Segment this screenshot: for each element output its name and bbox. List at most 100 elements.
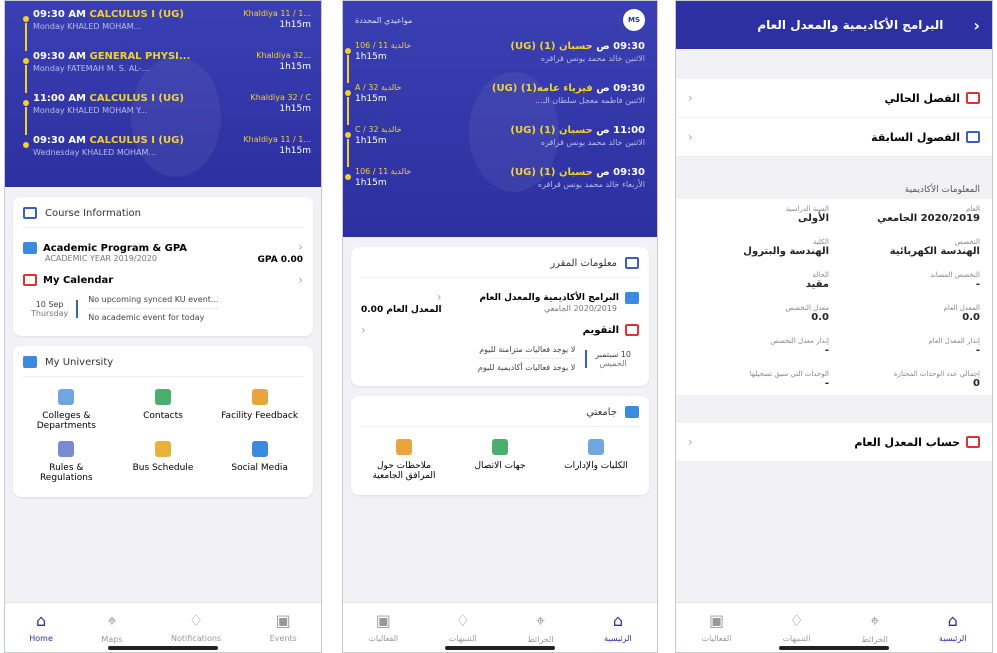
bell-icon: ♢ — [789, 611, 804, 630]
schedule-row[interactable]: 09:30 AM GENERAL PHYSI... Monday FATEMAH … — [23, 51, 311, 93]
page-title: البرامج الأكاديمية والمعدل العام — [757, 18, 944, 32]
calendar-icon — [23, 274, 37, 286]
calendar-link[interactable]: التقويم ‹ — [361, 319, 639, 341]
tab-home[interactable]: ⌂ الرئيسية — [939, 611, 967, 643]
current-semester[interactable]: الفصل الحالي ‹ — [676, 79, 992, 118]
cal-day: Thursday — [31, 308, 69, 318]
schedule-header: 09:30 AM CALCULUS I (UG) Monday KHALED MO… — [5, 1, 321, 187]
day-instructor: الاثنين خالد محمد يونس قراقره — [510, 54, 645, 63]
field-label: إجمالي عدد الوحدات المجتازة — [893, 370, 980, 378]
univ-item-icon — [492, 439, 508, 455]
tab-label: التنبيهات — [448, 634, 477, 643]
tab-events[interactable]: ▣ الفعاليات — [368, 611, 398, 643]
schedule-main: 09:30 ص حسبان (1) (UG) الاثنين خالد محمد … — [510, 41, 645, 83]
schedule-time-course: 09:30 AM GENERAL PHYSI... — [33, 51, 190, 62]
back-icon[interactable]: › — [973, 16, 980, 35]
chevron-left-icon: ‹ — [361, 323, 366, 337]
univ-item-icon — [58, 441, 75, 457]
academic-program-link[interactable]: Academic Program & GPA ACADEMIC YEAR 201… — [23, 236, 303, 269]
univ-item[interactable]: Contacts — [120, 389, 207, 431]
timeline — [25, 107, 27, 135]
univ-item-icon — [588, 439, 604, 455]
univ-item-label: الكليات والإدارات — [564, 461, 628, 471]
schedule-side: خالدية 32 / C 1h15m — [355, 125, 402, 167]
avatar[interactable]: MS — [623, 9, 645, 31]
univ-item[interactable]: Social Media — [216, 441, 303, 483]
tab-label: الفعاليات — [368, 634, 399, 643]
cal-date: 10 Sep — [35, 299, 64, 309]
univ-item[interactable]: Rules & Regulations — [23, 441, 110, 483]
tab-bell[interactable]: ♢ التنبيهات — [782, 611, 810, 643]
schedule-row[interactable]: 09:30 ص فيزياء عامه(1) (UG) الاثنين فاطمه… — [345, 83, 645, 125]
tab-bell[interactable]: ♢ التنبيهات — [449, 611, 477, 643]
academic-program-link[interactable]: البرامج الأكاديمية والمعدل العام 2020/20… — [361, 286, 639, 319]
room: Khaldiya 32 / C — [250, 93, 311, 102]
field-value: الهندسة الكهربائية — [889, 246, 980, 257]
day-instructor: الاثنين خالد محمد يونس قراقره — [510, 138, 645, 147]
tab-bell[interactable]: ♢ Notifications — [171, 611, 221, 643]
card-title: My University — [45, 356, 114, 368]
schedule-main: 09:30 ص فيزياء عامه(1) (UG) الاثنين فاطمه… — [492, 83, 645, 125]
book-icon — [966, 92, 980, 104]
tab-home[interactable]: ⌂ الرئيسية — [604, 611, 632, 643]
schedule-row[interactable]: 11:00 ص حسبان (1) (UG) الاثنين خالد محمد … — [345, 125, 645, 167]
schedule-row[interactable]: 09:30 ص حسبان (1) (UG) الأربعاء خالد محمد… — [345, 167, 645, 209]
events-icon: ▣ — [708, 611, 725, 630]
field-label: إنذار المعدل العام — [928, 337, 980, 345]
univ-item[interactable]: الكليات والإدارات — [553, 439, 639, 481]
schedule-row[interactable]: 11:00 AM CALCULUS I (UG) Monday KHALED MO… — [23, 93, 311, 135]
schedule-row[interactable]: 09:30 ص حسبان (1) (UG) الاثنين خالد محمد … — [345, 41, 645, 83]
duration: 1h15m — [355, 136, 387, 146]
tab-home[interactable]: ⌂ Home — [29, 611, 53, 643]
day: الاثنين — [625, 96, 645, 105]
info-field: إنذار معدل التخصص - — [688, 337, 829, 356]
time: 09:30 ص — [596, 83, 645, 94]
univ-item[interactable]: جهات الاتصال — [457, 439, 543, 481]
time-dot — [345, 90, 351, 96]
previous-semesters[interactable]: الفصول السابقة ‹ — [676, 118, 992, 157]
univ-item[interactable]: Bus Schedule — [120, 441, 207, 483]
field-label: الحالة — [812, 271, 829, 279]
instructor: FATEMAH M. S. AL-... — [67, 64, 150, 73]
book-icon — [966, 131, 980, 143]
tab-map[interactable]: ⌖ الخرائط — [527, 611, 553, 644]
tab-map[interactable]: ⌖ الخرائط — [862, 611, 888, 644]
schedule-main: 09:30 AM CALCULUS I (UG) Monday KHALED MO… — [33, 9, 184, 51]
schedule-header: MS مواعيدي المحددة 09:30 ص حسبان (1) (UG… — [343, 1, 657, 237]
chevron-left-icon: ‹ — [688, 91, 693, 105]
field-value: الهندسة والبترول — [743, 246, 829, 257]
schedule-main: 09:30 AM CALCULUS I (UG) Wednesday KHALED… — [33, 135, 184, 177]
time: 11:00 AM — [33, 93, 87, 104]
schedule-side: خالدية 11 / 106 1h15m — [355, 41, 411, 83]
university-card: جامعتي الكليات والإدارات جهات الاتصال ملاح… — [351, 396, 649, 495]
schedule-row[interactable]: 09:30 AM CALCULUS I (UG) Monday KHALED MO… — [23, 9, 311, 51]
duration: 1h15m — [279, 104, 311, 114]
home-icon: ⌂ — [947, 611, 958, 630]
chevron-left-icon: ‹ — [688, 130, 693, 144]
tab-events[interactable]: ▣ الفعاليات — [702, 611, 732, 643]
univ-item[interactable]: Colleges & Departments — [23, 389, 110, 431]
tab-map[interactable]: ⌖ Maps — [101, 611, 122, 644]
tab-label: Notifications — [171, 634, 222, 643]
field-value: مقيد — [805, 279, 829, 290]
day-instructor: الاثنين فاطمه معجل سلطان الـ... — [492, 96, 645, 105]
info-field: الكلية الهندسة والبترول — [688, 238, 829, 257]
tab-events[interactable]: ▣ Events — [270, 611, 297, 643]
schedule-time-course: 09:30 ص حسبان (1) (UG) — [510, 167, 645, 178]
home-indicator — [108, 646, 218, 650]
course: فيزياء عامه(1) (UG) — [491, 83, 593, 94]
day: الأربعاء — [622, 180, 645, 189]
schedule-time-course: 09:30 ص فيزياء عامه(1) (UG) — [492, 83, 645, 94]
univ-item[interactable]: Facility Feedback — [216, 389, 303, 431]
univ-item[interactable]: ملاحظات حول المرافق الجامعية — [361, 439, 447, 481]
gpa-value: المعدل العام 0.00 — [361, 305, 442, 315]
my-calendar-link[interactable]: My Calendar › — [23, 269, 303, 291]
cal-date: 10 سبتمبر — [595, 349, 631, 359]
tab-label: الخرائط — [861, 635, 888, 644]
gpa-calc-link[interactable]: حساب المعدل العام ‹ — [676, 423, 992, 462]
schedule-row[interactable]: 09:30 AM CALCULUS I (UG) Wednesday KHALED… — [23, 135, 311, 177]
schedule-time-course: 11:00 AM CALCULUS I (UG) — [33, 93, 184, 104]
tab-label: الرئيسية — [938, 634, 967, 643]
univ-item-icon — [396, 439, 412, 455]
field-value: 0.0 — [811, 312, 829, 323]
